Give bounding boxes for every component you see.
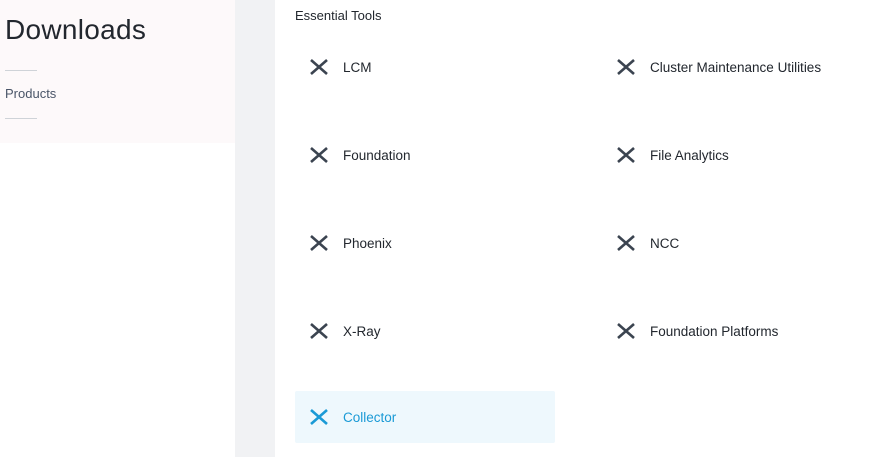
tool-label: Phoenix	[343, 235, 392, 251]
sidebar-item-products[interactable]: Products	[5, 86, 56, 101]
main-content: Essential Tools LCM Cluster Maintenance …	[275, 0, 879, 457]
nutanix-x-icon	[617, 59, 635, 75]
tool-label: Foundation	[343, 147, 411, 163]
tool-phoenix[interactable]: Phoenix	[295, 217, 555, 269]
tool-ncc[interactable]: NCC	[602, 217, 862, 269]
nutanix-x-icon	[310, 323, 328, 339]
tool-foundation[interactable]: Foundation	[295, 129, 555, 181]
nutanix-x-icon	[617, 147, 635, 163]
sidebar-divider-top	[5, 70, 37, 71]
nutanix-x-icon	[617, 235, 635, 251]
sidebar: Downloads Products	[0, 0, 235, 457]
tool-label: Cluster Maintenance Utilities	[650, 59, 822, 75]
tool-label: X-Ray	[343, 323, 381, 339]
content-gutter	[235, 0, 275, 457]
tool-collector[interactable]: Collector	[295, 391, 555, 443]
tool-file-analytics[interactable]: File Analytics	[602, 129, 862, 181]
nutanix-x-icon	[310, 409, 328, 425]
sidebar-panel: Downloads Products	[0, 0, 235, 143]
nutanix-x-icon	[310, 147, 328, 163]
tool-label: NCC	[650, 235, 680, 251]
tool-label: LCM	[343, 59, 372, 75]
nutanix-x-icon	[310, 59, 328, 75]
tool-lcm[interactable]: LCM	[295, 41, 555, 93]
tool-foundation-platforms[interactable]: Foundation Platforms	[602, 305, 862, 357]
tool-cluster-maintenance-utilities[interactable]: Cluster Maintenance Utilities	[602, 41, 862, 93]
page-title: Downloads	[5, 14, 147, 45]
sidebar-divider-bottom	[5, 118, 37, 119]
nutanix-x-icon	[617, 323, 635, 339]
tool-label: Collector	[343, 409, 397, 425]
tool-x-ray[interactable]: X-Ray	[295, 305, 555, 357]
downloads-page: Downloads Products Essential Tools LCM C…	[0, 0, 879, 457]
tool-label: Foundation Platforms	[650, 323, 779, 339]
section-title: Essential Tools	[295, 8, 382, 23]
nutanix-x-icon	[310, 235, 328, 251]
tool-label: File Analytics	[650, 147, 729, 163]
